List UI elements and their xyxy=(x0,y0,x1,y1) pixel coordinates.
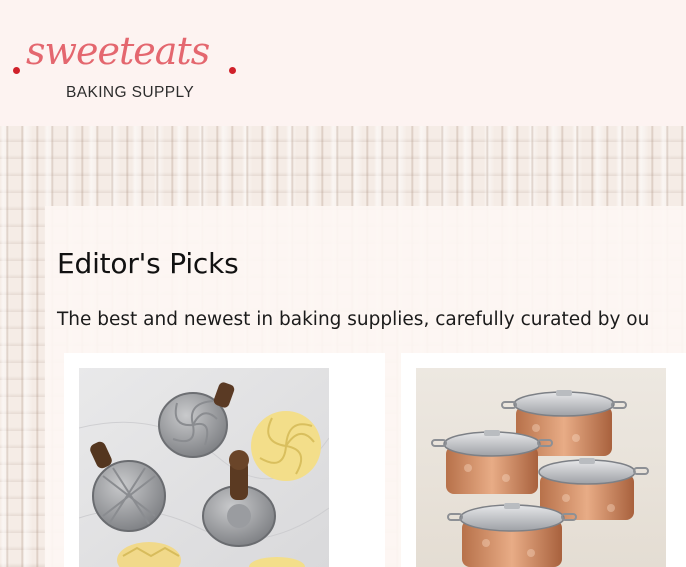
logo-dot-left xyxy=(13,67,20,74)
site-header: sweeteats BAKING SUPPLY xyxy=(0,0,686,126)
cookie-stamps-image[interactable] xyxy=(79,368,329,567)
product-card[interactable] xyxy=(64,353,385,567)
page-title: Editor's Picks xyxy=(57,247,239,280)
page-intro: The best and newest in baking supplies, … xyxy=(57,309,650,330)
logo-dot-right xyxy=(229,67,236,74)
logo-tagline: BAKING SUPPLY xyxy=(66,84,195,101)
logo-wordmark: sweeteats xyxy=(26,29,210,73)
site-logo[interactable]: sweeteats BAKING SUPPLY xyxy=(10,28,242,108)
product-card[interactable] xyxy=(401,353,686,567)
copper-cocottes-image[interactable] xyxy=(416,368,666,567)
